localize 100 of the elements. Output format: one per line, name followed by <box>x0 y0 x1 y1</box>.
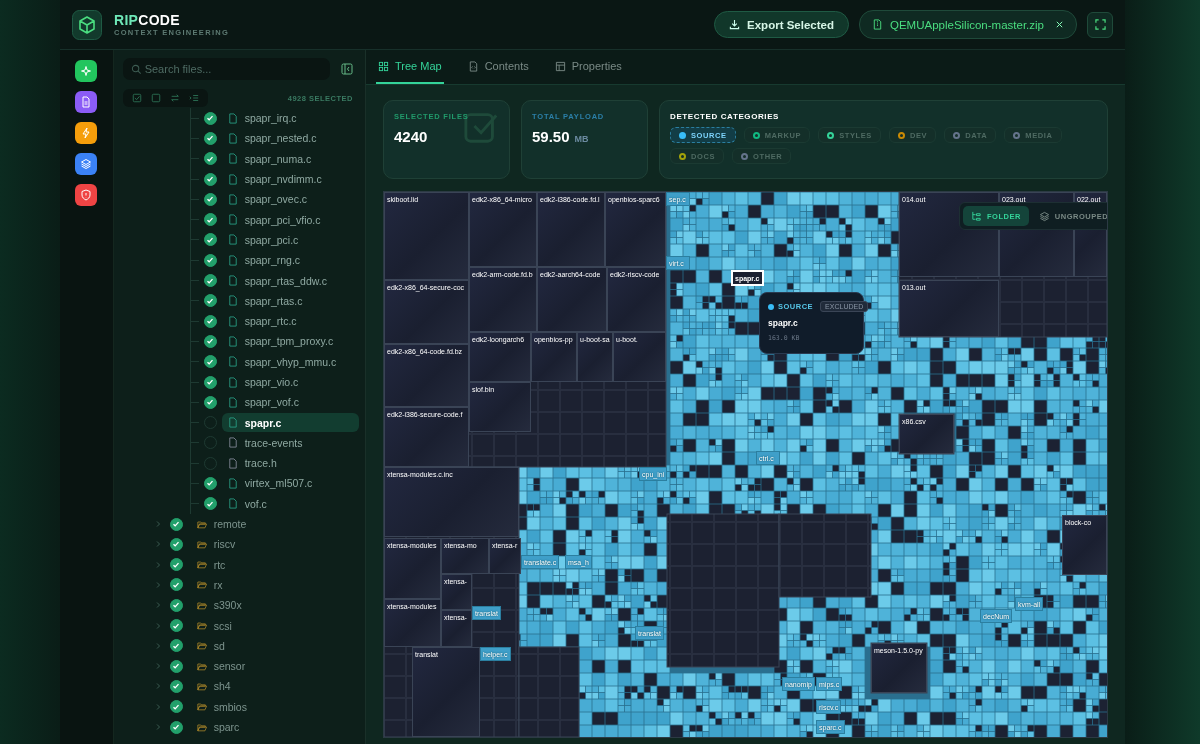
file-item[interactable]: spapr_nvdimm.c <box>221 169 359 189</box>
file-item[interactable]: vof.c <box>221 494 359 514</box>
file-item[interactable]: spapr_vio.c <box>221 372 359 392</box>
folder-item[interactable]: rtc <box>190 555 359 575</box>
file-item[interactable]: spapr_rng.c <box>221 250 359 270</box>
tab[interactable]: Properties <box>552 50 624 84</box>
file-icon <box>227 356 238 368</box>
file-item[interactable]: spapr_irq.c <box>221 108 359 128</box>
tab[interactable]: Tree Map <box>376 50 444 84</box>
file-item[interactable]: spapr_pci.c <box>221 230 359 250</box>
file-item[interactable]: trace-events <box>221 433 359 453</box>
checkbox[interactable] <box>203 355 217 369</box>
layers-icon <box>80 158 93 170</box>
folder-name: scsi <box>213 619 232 632</box>
folder-icon <box>196 701 207 713</box>
file-icon <box>227 396 238 408</box>
folder-icon <box>196 538 207 550</box>
file-item[interactable]: spapr_ovec.c <box>221 189 359 209</box>
file-icon <box>227 498 238 510</box>
checkbox[interactable] <box>203 477 217 490</box>
tooltip-file-name: spapr.c <box>768 318 799 328</box>
file-item[interactable]: virtex_ml507.c <box>221 474 359 493</box>
file-item[interactable]: trace.h <box>221 453 359 473</box>
checkbox[interactable] <box>169 619 183 633</box>
document-icon <box>80 96 93 108</box>
file-item[interactable]: spapr.c <box>221 413 359 433</box>
checkbox[interactable] <box>203 314 217 328</box>
checkbox[interactable] <box>203 497 217 511</box>
rail-button[interactable] <box>75 153 98 175</box>
checkbox[interactable] <box>203 213 217 227</box>
rail-button[interactable] <box>75 184 98 206</box>
folder-item[interactable]: sparc <box>190 717 359 737</box>
uncheck-all-icon[interactable] <box>150 93 161 103</box>
checkbox[interactable] <box>203 233 217 247</box>
checkbox[interactable] <box>169 537 183 551</box>
checkbox[interactable] <box>203 253 217 267</box>
file-item[interactable]: spapr_rtas_ddw.c <box>221 271 359 290</box>
rail-button[interactable] <box>75 91 98 113</box>
checkbox[interactable] <box>203 395 217 409</box>
close-icon[interactable] <box>1055 20 1064 29</box>
checkbox[interactable] <box>203 294 217 308</box>
checkbox[interactable] <box>203 111 217 125</box>
checkbox[interactable] <box>169 700 183 714</box>
folder-item[interactable]: rx <box>190 575 359 595</box>
brand-title: RIPCODE <box>114 12 181 28</box>
checkbox[interactable] <box>169 659 183 673</box>
search-icon <box>130 63 142 75</box>
folder-item[interactable]: s390x <box>190 595 359 615</box>
file-item[interactable]: spapr_numa.c <box>221 149 359 169</box>
grid-icon <box>378 60 389 72</box>
folder-tree-icon <box>971 210 982 222</box>
folder-item[interactable]: remote <box>190 514 359 534</box>
checkbox[interactable] <box>169 720 183 734</box>
file-icon <box>227 457 238 469</box>
checkbox[interactable] <box>203 172 217 186</box>
file-item[interactable]: spapr_nested.c <box>221 128 359 148</box>
folder-item[interactable]: smbios <box>190 697 359 717</box>
file-item[interactable]: spapr_rtc.c <box>221 311 359 331</box>
file-item[interactable]: spapr_vof.c <box>221 392 359 412</box>
layers-icon <box>1038 210 1050 222</box>
folder-item[interactable]: scsi <box>190 616 359 636</box>
check-all-icon[interactable] <box>131 93 142 103</box>
file-item[interactable]: spapr_vhyp_mmu.c <box>221 352 359 372</box>
checkbox[interactable] <box>169 598 183 612</box>
folder-item[interactable]: sh4 <box>190 676 359 696</box>
checkbox[interactable] <box>203 375 217 389</box>
tab[interactable]: Contents <box>465 50 531 84</box>
collapse-sidebar-icon[interactable] <box>341 63 353 75</box>
file-name: QEMUAppleSilicon-master.zip <box>889 18 1044 31</box>
file-icon <box>227 275 238 286</box>
folder-item[interactable]: riscv <box>190 534 359 554</box>
checkbox[interactable] <box>203 131 217 145</box>
folder-item[interactable]: sensor <box>190 656 359 676</box>
search-field[interactable]: Search files... <box>122 58 330 80</box>
checkbox[interactable] <box>203 274 217 287</box>
file-name: spapr_vof.c <box>244 396 299 409</box>
folder-item[interactable]: sd <box>190 636 359 656</box>
stat-unit: MB <box>574 134 589 144</box>
folder-name: smbios <box>213 700 247 713</box>
file-name: spapr_irq.c <box>244 112 297 125</box>
file-name: spapr_pci.c <box>244 233 299 246</box>
list-indent-icon[interactable] <box>188 93 199 103</box>
folder-name: rtc <box>213 558 226 571</box>
file-icon <box>227 315 238 327</box>
checkbox[interactable] <box>203 152 217 166</box>
file-item[interactable]: spapr_rtas.c <box>221 291 359 311</box>
checkbox[interactable] <box>169 558 183 572</box>
checkbox[interactable] <box>203 334 217 348</box>
checkbox[interactable] <box>169 639 183 653</box>
checkbox[interactable] <box>169 517 183 531</box>
checkbox[interactable] <box>169 679 183 693</box>
file-icon <box>227 193 238 205</box>
rail-button[interactable] <box>75 122 98 144</box>
rail-button[interactable] <box>75 60 98 82</box>
checkbox[interactable] <box>203 192 217 206</box>
file-item[interactable]: spapr_tpm_proxy.c <box>221 331 359 351</box>
checkbox[interactable] <box>169 578 183 592</box>
fullscreen-button[interactable] <box>1087 11 1113 38</box>
export-selected-button[interactable]: Export Selected <box>714 11 849 38</box>
file-item[interactable]: spapr_pci_vfio.c <box>221 210 359 230</box>
